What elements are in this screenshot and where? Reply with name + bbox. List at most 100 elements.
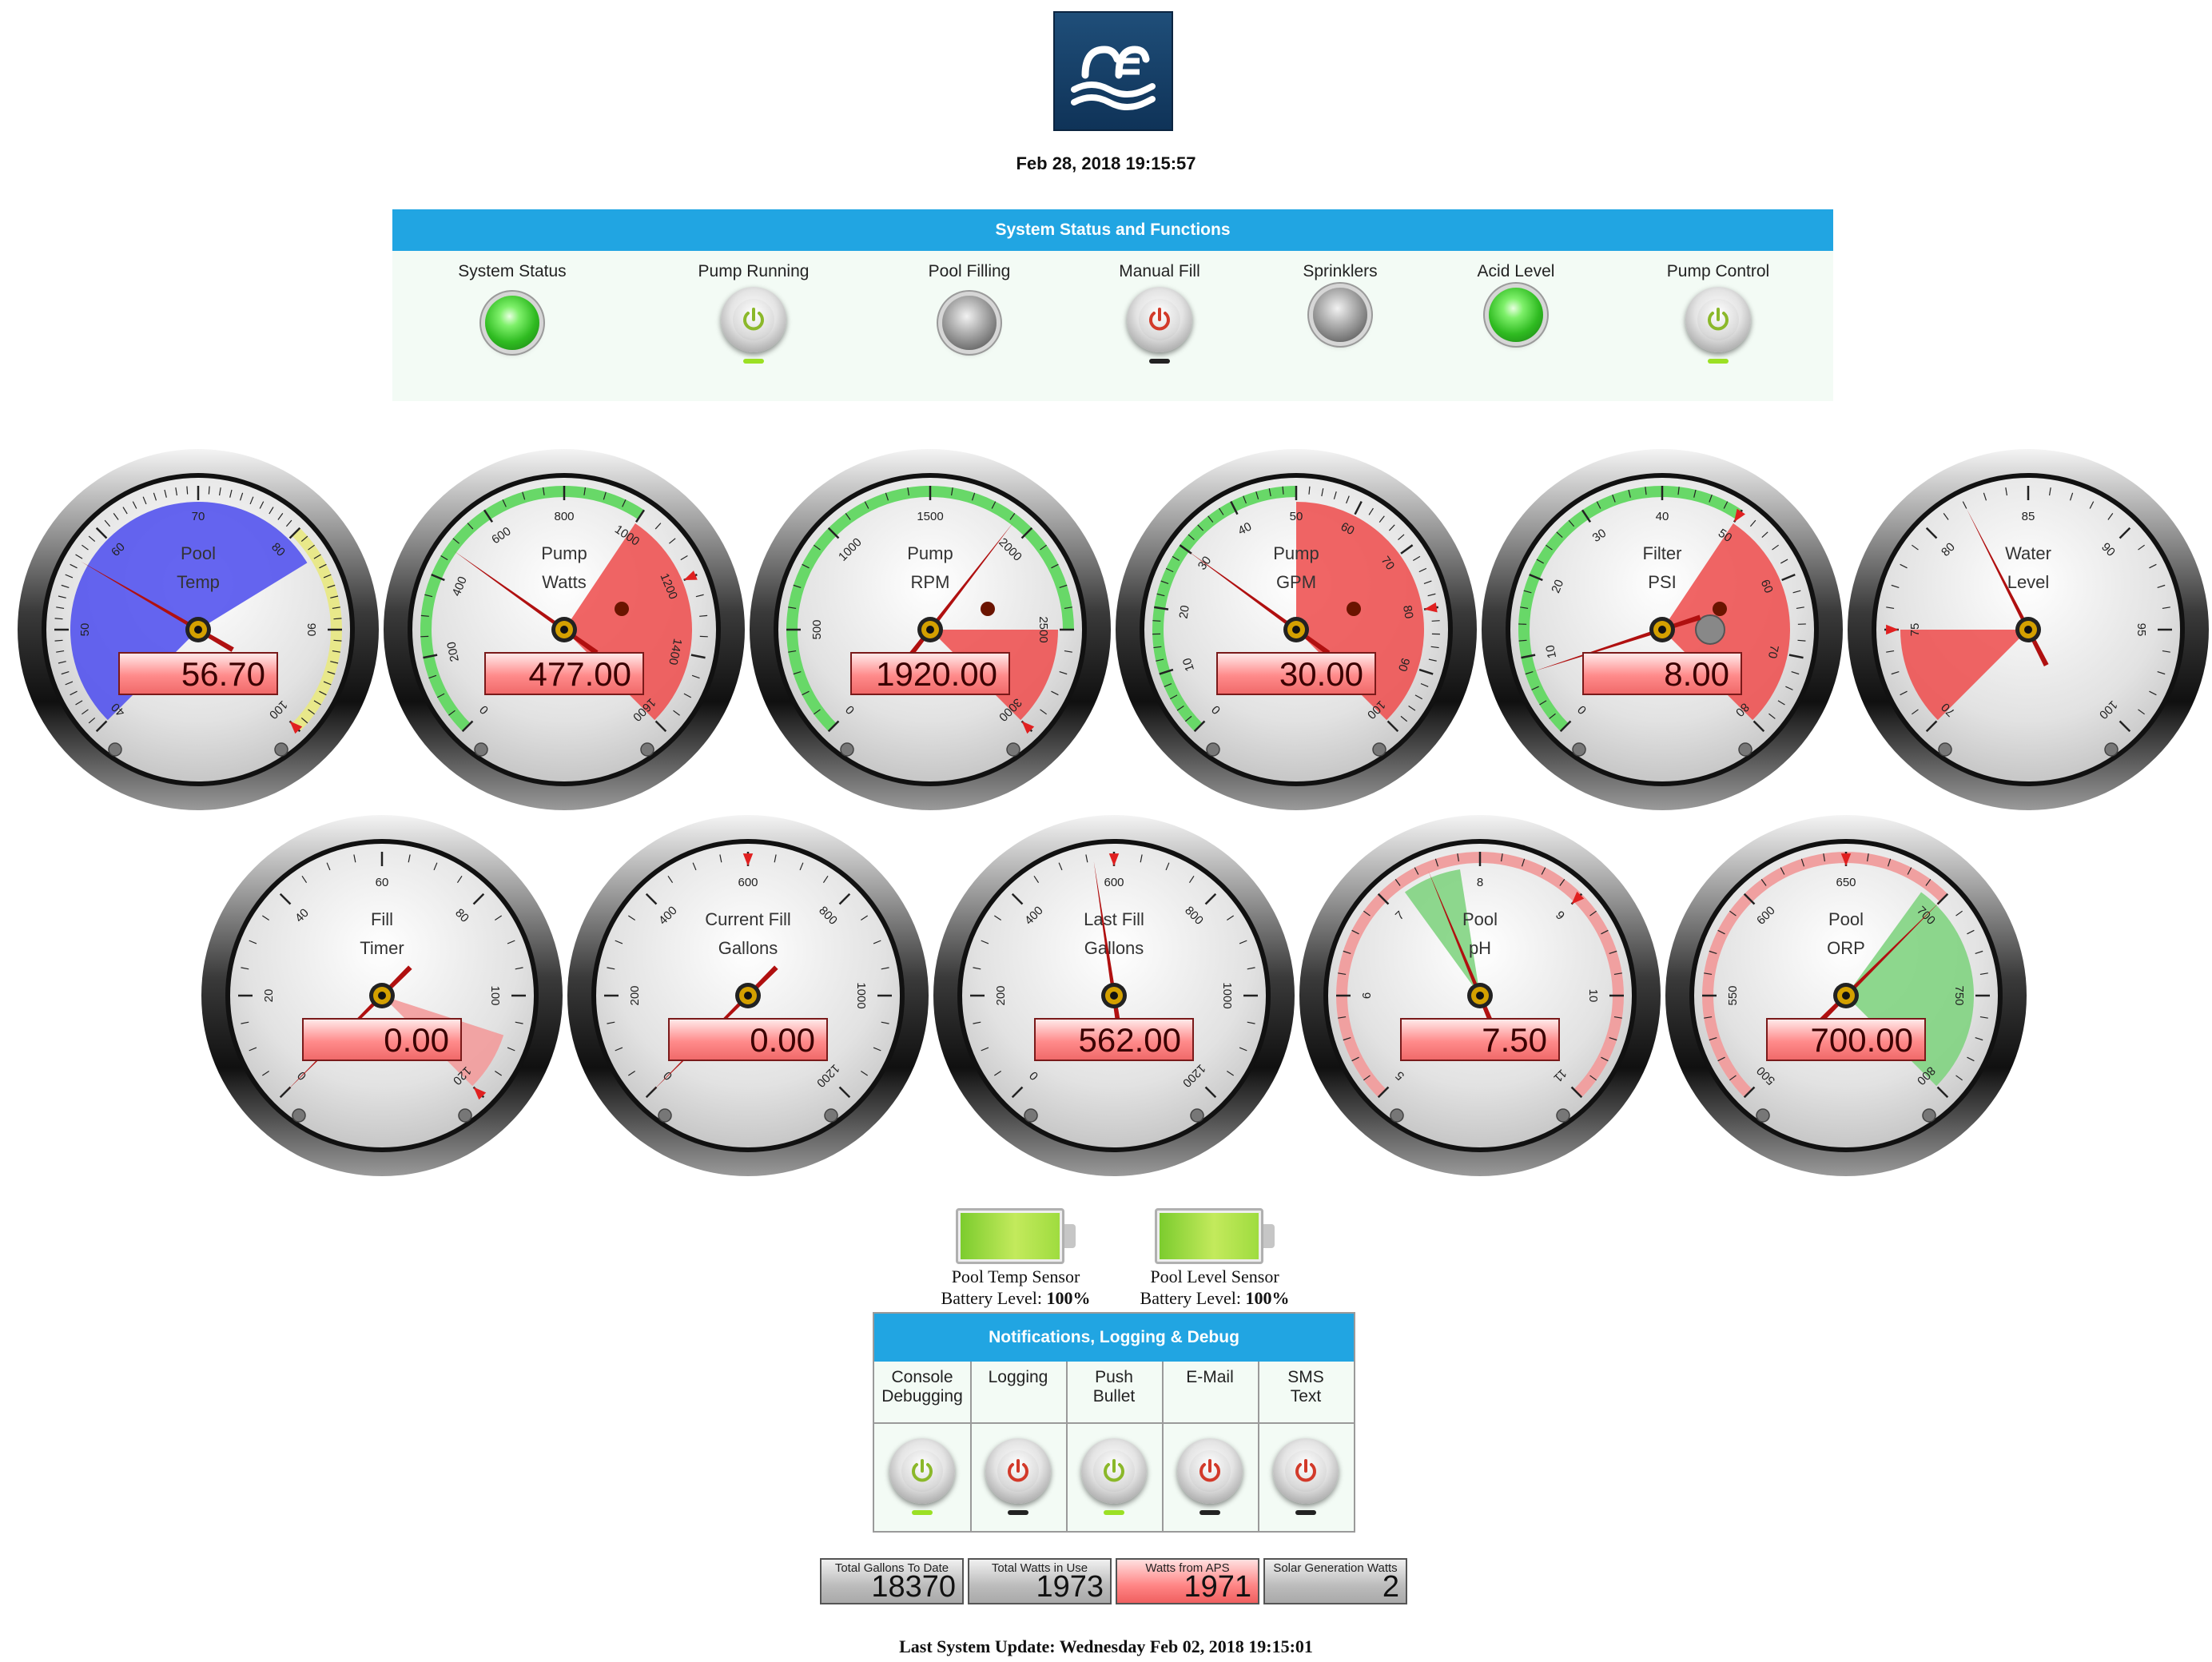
- notification-label-line1: Console: [891, 1368, 953, 1386]
- gauge-pump-watts: 0 200 400 600 800 1000 1200 1400 1600 Pump Watts 47…: [382, 447, 746, 812]
- notification-label: E-Mail: [1162, 1368, 1258, 1387]
- gauge-title: Pool: [181, 543, 216, 563]
- gauge-readout: 0.00: [668, 1018, 828, 1061]
- gauge-screw: [1938, 742, 1952, 757]
- power-icon: [1008, 1459, 1028, 1482]
- toggle-indicator: [1104, 1510, 1124, 1515]
- gauge-last-fill: 0 200 400 600 800 1000 1200 Last Fill Gallons 562…: [932, 813, 1296, 1178]
- gauge-title: Pool: [1828, 909, 1864, 929]
- gauge-tick-label: 500: [810, 619, 824, 639]
- gauge-tick-label: 95: [2134, 623, 2148, 637]
- system-status-title: System Status and Functions: [392, 209, 1833, 251]
- gauge-screw: [1372, 742, 1386, 757]
- gauge-tick-label: 550: [1726, 985, 1740, 1005]
- gauge-subtitle: Gallons: [1084, 938, 1144, 958]
- gauge-readout: 700.00: [1766, 1018, 1926, 1061]
- battery-level-line: Battery Level: 100%: [912, 1287, 1120, 1309]
- status-led: [942, 296, 997, 350]
- toggle-indicator: [1295, 1510, 1316, 1515]
- gauge-readout: 8.00: [1582, 652, 1742, 695]
- toggle-indicator: [1708, 359, 1729, 364]
- gauge-screw: [640, 742, 654, 757]
- gauge-led: [615, 602, 629, 616]
- gauge-screw: [658, 1108, 672, 1123]
- gauge-tick: [333, 639, 342, 642]
- status-led: [485, 296, 539, 350]
- gauge-tick-label: 80: [1400, 604, 1415, 619]
- gauge-tick-label: 200: [994, 985, 1008, 1005]
- gauge-tick-label: 600: [738, 876, 758, 889]
- gauge-screw: [108, 742, 122, 757]
- toggle-indicator: [1149, 359, 1170, 364]
- gauge-tick-label: 800: [554, 510, 574, 523]
- notification-toggle-button[interactable]: [1177, 1438, 1243, 1504]
- gauge-tick-label: 70: [192, 510, 205, 523]
- battery-icon: [956, 1208, 1076, 1264]
- gauge-tick-label: 40: [1656, 510, 1669, 523]
- power-icon: [1295, 1459, 1316, 1482]
- status-led: [1313, 288, 1367, 342]
- gauge-tick: [1431, 620, 1440, 622]
- gauge-fill-timer: 020406080100120FillTimer0.00: [200, 813, 564, 1178]
- battery-level-line: Battery Level: 100%: [1111, 1287, 1319, 1309]
- gauge-readout: 477.00: [484, 652, 644, 695]
- gauge-tick-label: 2500: [1036, 616, 1050, 642]
- gauge-tick-label: 650: [1836, 876, 1856, 889]
- gauge-screw: [1556, 1108, 1570, 1123]
- gauge-screw: [840, 742, 854, 757]
- gauge-readout: 7.50: [1400, 1018, 1560, 1061]
- gauge-screw: [824, 1108, 838, 1123]
- gauge-tick: [54, 618, 63, 620]
- notification-label: Logging: [970, 1368, 1066, 1387]
- gauge-screw: [1024, 1108, 1038, 1123]
- gauge-screw: [1206, 742, 1220, 757]
- notification-toggle-button[interactable]: [985, 1438, 1051, 1504]
- battery-level-prefix: Battery Level:: [1140, 1288, 1241, 1308]
- gauge-screw: [474, 742, 488, 757]
- status-label: Sprinklers: [1303, 262, 1378, 280]
- gauge-title: Last Fill: [1084, 909, 1144, 929]
- gauge-readout: 562.00: [1034, 1018, 1194, 1061]
- power-icon: [1149, 308, 1170, 331]
- gauge-readout: 1920.00: [850, 652, 1010, 695]
- notification-label-line2: Debugging: [881, 1387, 963, 1406]
- toggle-indicator: [743, 359, 764, 364]
- toggle-indicator: [1199, 1510, 1220, 1515]
- gauge-current-fill: 020040060080010001200Current FillGallons…: [566, 813, 930, 1178]
- power-icon: [743, 308, 764, 331]
- gauge-filter-psi: 0 10 20 30 40 50 60 70 80 Filter PSI 8.00: [1480, 447, 1844, 812]
- gauge-led: [1347, 602, 1361, 616]
- gauge-tick-label: 1000: [1220, 982, 1234, 1008]
- notification-label: Push Bullet: [1066, 1368, 1162, 1406]
- notification-toggle-button[interactable]: [1081, 1438, 1147, 1504]
- status-led: [1489, 288, 1543, 342]
- power-icon: [912, 1459, 933, 1482]
- gauge-tick-label: 750: [1952, 985, 1966, 1005]
- gauge-tick-label: 6: [1360, 992, 1374, 999]
- gauge-tick-label: 75: [1908, 623, 1922, 637]
- power-toggle-button[interactable]: [1685, 287, 1751, 352]
- power-toggle-button[interactable]: [1127, 287, 1192, 352]
- stat-value: 1973: [1036, 1570, 1104, 1604]
- gauge-subtitle: RPM: [911, 572, 950, 592]
- battery-level-prefix: Battery Level:: [941, 1288, 1042, 1308]
- notification-label: SMS Text: [1258, 1368, 1354, 1406]
- battery-label: Pool Level Sensor Battery Level: 100%: [1111, 1266, 1319, 1309]
- gauge-subtitle: PSI: [1648, 572, 1676, 592]
- gauge-screw: [2104, 742, 2119, 757]
- notification-label-line1: E-Mail: [1186, 1368, 1234, 1386]
- gauge-pool-temp: 40 50 60 70 80 90 100 Pool Temp 56.70: [16, 447, 380, 812]
- gauge-tick: [1797, 639, 1806, 642]
- stat-box: Total Watts in Use 1973: [968, 1558, 1112, 1604]
- gauge-subtitle: pH: [1469, 938, 1491, 958]
- gauge-tick-label: 90: [304, 623, 318, 637]
- gauge-tick-label: 70: [1765, 644, 1781, 660]
- gauge-title: Fill: [371, 909, 393, 929]
- power-toggle-button[interactable]: [721, 287, 786, 352]
- notification-toggle-button[interactable]: [889, 1438, 955, 1504]
- gauge-tick-label: 50: [1290, 510, 1303, 523]
- gauge-screw: [292, 1108, 306, 1123]
- gauge-tick-label: 200: [628, 985, 642, 1005]
- notification-toggle-button[interactable]: [1273, 1438, 1339, 1504]
- pool-logo: [1053, 11, 1173, 131]
